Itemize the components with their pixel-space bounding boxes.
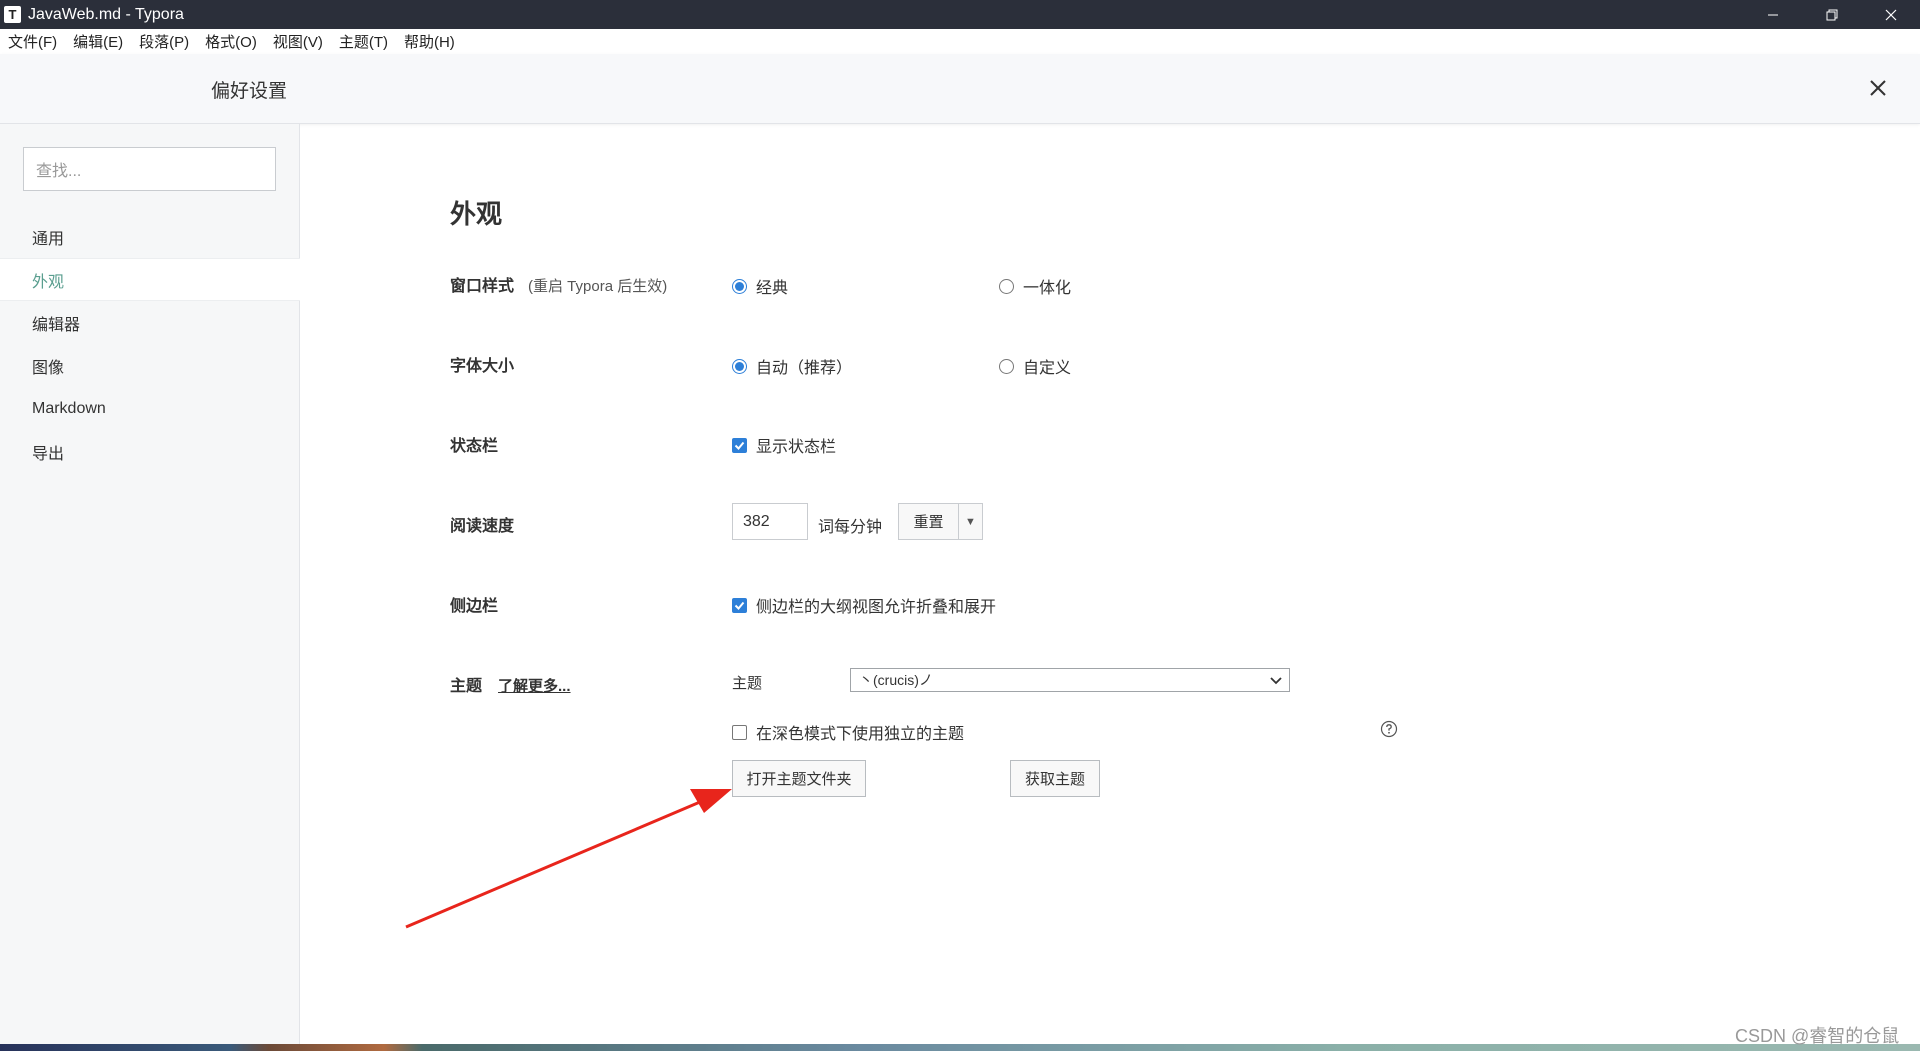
theme-select-value: 丶(crucis)ノ	[859, 672, 933, 688]
checkbox-checked-icon	[732, 597, 747, 613]
open-theme-folder-button[interactable]: 打开主题文件夹	[732, 760, 866, 797]
preferences-header: 偏好设置	[0, 54, 1920, 124]
menu-theme[interactable]: 主题(T)	[331, 31, 396, 52]
reading-speed-unit: 词每分钟	[818, 519, 883, 536]
sidebar-item-general[interactable]: 通用	[0, 215, 300, 258]
sidebar-item-export[interactable]: 导出	[0, 430, 300, 473]
menu-format[interactable]: 格式(O)	[197, 31, 265, 52]
menu-bar: 文件(F) 编辑(E) 段落(P) 格式(O) 视图(V) 主题(T) 帮助(H…	[0, 29, 1920, 54]
font-size-label: 字体大小	[450, 358, 515, 375]
font-size-custom-radio[interactable]: 自定义	[999, 354, 1071, 378]
font-size-custom-label: 自定义	[1023, 360, 1072, 377]
checkmark-icon	[734, 441, 745, 450]
search-input[interactable]: 查找...	[23, 147, 276, 191]
preferences-title: 偏好设置	[211, 81, 288, 102]
window-title: JavaWeb.md - Typora	[28, 5, 184, 23]
learn-more-link[interactable]: 了解更多...	[498, 678, 571, 695]
triangle-down-icon: ▼	[965, 515, 976, 528]
restore-button[interactable]	[1802, 0, 1861, 29]
minimize-icon	[1767, 14, 1778, 15]
sidebar-option-label: 侧边栏	[450, 598, 499, 615]
window-style-unified-radio[interactable]: 一体化	[999, 274, 1071, 298]
window-controls	[1743, 0, 1920, 29]
help-icon[interactable]	[1380, 720, 1398, 738]
checkbox-checked-icon	[732, 437, 747, 453]
status-bar-label: 状态栏	[450, 438, 499, 455]
reading-speed-reset-split-button: 重置 ▼	[898, 503, 983, 540]
status-bar-checkbox-label: 显示状态栏	[756, 439, 837, 456]
dark-mode-theme-checkbox[interactable]: 在深色模式下使用独立的主题	[732, 720, 964, 744]
sidebar-item-appearance[interactable]: 外观	[0, 258, 300, 301]
font-size-auto-radio[interactable]: 自动（推荐）	[732, 354, 852, 378]
taskbar-strip	[0, 1044, 1920, 1051]
reading-speed-input[interactable]: 382	[732, 503, 808, 540]
window-style-note: (重启 Typora 后生效)	[528, 278, 668, 295]
checkbox-unchecked-icon	[732, 724, 747, 740]
preferences-nav: 通用 外观 编辑器 图像 Markdown 导出	[0, 215, 300, 473]
radio-unselected-icon	[999, 278, 1014, 294]
close-icon	[1870, 80, 1886, 96]
window-style-label: 窗口样式	[450, 278, 515, 295]
restore-icon	[1826, 9, 1837, 20]
window-style-classic-radio[interactable]: 经典	[732, 274, 788, 298]
window-style-row-label: 窗口样式 (重启 Typora 后生效)	[450, 272, 667, 296]
menu-view[interactable]: 视图(V)	[265, 31, 331, 52]
checkmark-icon	[734, 601, 745, 610]
get-themes-button[interactable]: 获取主题	[1010, 760, 1100, 797]
section-title: 外观	[450, 199, 503, 229]
dark-mode-theme-label: 在深色模式下使用独立的主题	[756, 726, 965, 743]
sidebar-outline-checkbox[interactable]: 侧边栏的大纲视图允许折叠和展开	[732, 593, 996, 617]
radio-selected-icon	[732, 278, 747, 294]
menu-paragraph[interactable]: 段落(P)	[131, 31, 197, 52]
appearance-panel: 外观 窗口样式 (重启 Typora 后生效) 经典 一体化 字体大小 自动（推荐…	[300, 124, 1920, 1044]
theme-label: 主题	[450, 678, 483, 695]
sidebar-item-markdown[interactable]: Markdown	[0, 387, 300, 430]
font-size-auto-label: 自动（推荐）	[756, 360, 853, 377]
theme-select-label: 主题	[732, 675, 763, 692]
status-bar-checkbox[interactable]: 显示状态栏	[732, 433, 836, 457]
close-icon	[1885, 9, 1896, 20]
watermark-text: CSDN @睿智的仓鼠	[1735, 1026, 1900, 1046]
theme-row-label: 主题 了解更多...	[450, 672, 571, 696]
title-bar: T JavaWeb.md - Typora	[0, 0, 1920, 29]
preferences-sidebar: 查找... 通用 外观 编辑器 图像 Markdown 导出	[0, 124, 300, 1044]
menu-help[interactable]: 帮助(H)	[396, 31, 463, 52]
theme-select[interactable]: 丶(crucis)ノ	[850, 668, 1290, 692]
radio-unselected-icon	[999, 358, 1014, 374]
menu-file[interactable]: 文件(F)	[0, 31, 65, 52]
reset-button[interactable]: 重置	[899, 504, 959, 539]
chevron-down-icon	[1270, 677, 1282, 685]
menu-edit[interactable]: 编辑(E)	[65, 31, 131, 52]
window-style-classic-label: 经典	[756, 280, 789, 297]
sidebar-outline-checkbox-label: 侧边栏的大纲视图允许折叠和展开	[756, 599, 997, 616]
typora-app-icon: T	[4, 6, 21, 23]
reset-dropdown-button[interactable]: ▼	[959, 504, 982, 539]
minimize-button[interactable]	[1743, 0, 1802, 29]
reading-speed-label: 阅读速度	[450, 518, 515, 535]
preferences-close-button[interactable]	[1864, 74, 1892, 102]
sidebar-item-image[interactable]: 图像	[0, 344, 300, 387]
radio-selected-icon	[732, 358, 747, 374]
window-style-unified-label: 一体化	[1023, 280, 1072, 297]
window-close-button[interactable]	[1861, 0, 1920, 29]
sidebar-item-editor[interactable]: 编辑器	[0, 301, 300, 344]
